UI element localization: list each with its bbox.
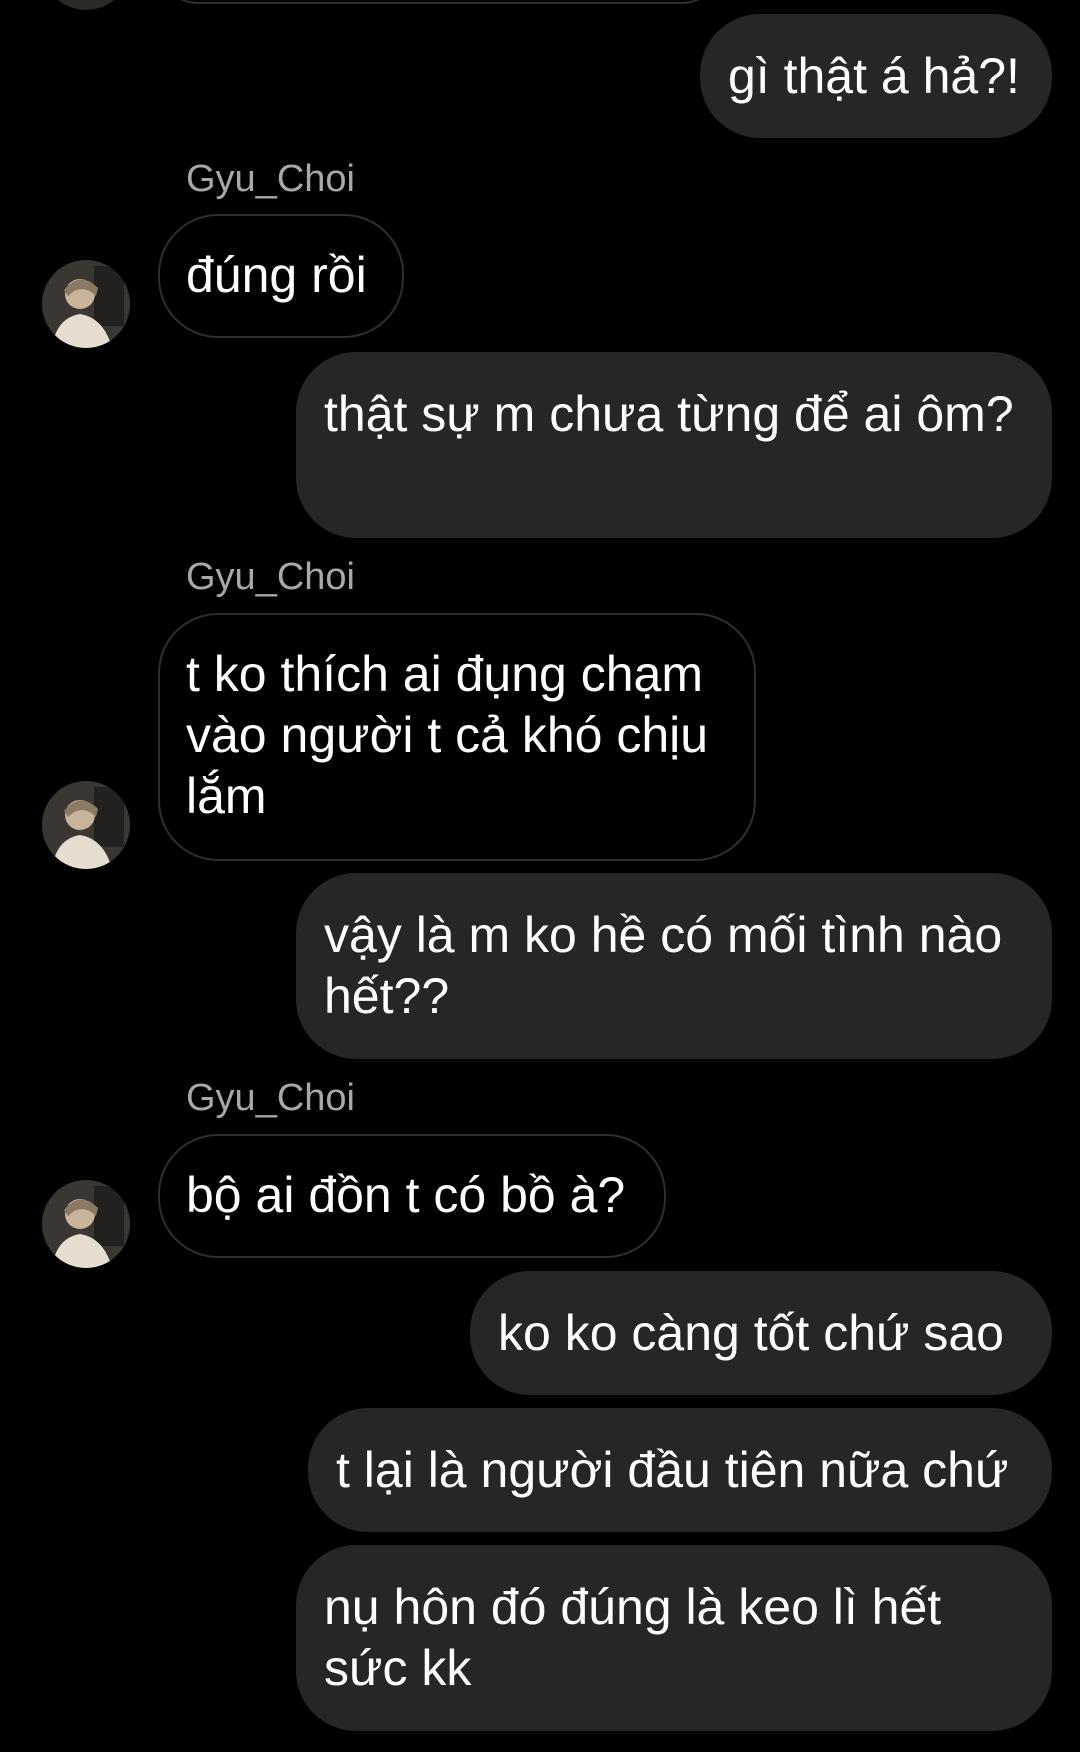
message-bubble-partial [158, 0, 722, 4]
sent-message[interactable]: t lại là người đầu tiên nữa chứ [308, 1408, 1052, 1532]
sent-message[interactable]: thật sự m chưa từng để ai ôm? [296, 352, 1052, 538]
profile-photo-avatar [42, 781, 130, 869]
avatar[interactable] [42, 1180, 130, 1268]
avatar[interactable] [42, 781, 130, 869]
sender-name: Gyu_Choi [186, 556, 355, 598]
sender-name: Gyu_Choi [186, 1077, 355, 1119]
received-message[interactable]: t ko thích ai đụng chạm vào người t cả k… [158, 613, 756, 861]
avatar[interactable] [42, 0, 130, 10]
sent-message[interactable]: gì thật á hả?! [700, 14, 1052, 138]
sent-message[interactable]: ko ko càng tốt chứ sao [470, 1271, 1052, 1395]
received-message[interactable]: đúng rồi [158, 214, 404, 338]
sent-message[interactable]: nụ hôn đó đúng là keo lì hết sức kk [296, 1545, 1052, 1731]
chat-thread[interactable]: gì thật á hả?! Gyu_Choi đúng rồi thật sự… [0, 0, 1080, 1752]
profile-photo-avatar [42, 1180, 130, 1268]
profile-photo-avatar [42, 260, 130, 348]
sent-message[interactable]: vậy là m ko hề có mối tình nào hết?? [296, 873, 1052, 1059]
received-message[interactable]: bộ ai đồn t có bồ à? [158, 1134, 666, 1258]
sender-name: Gyu_Choi [186, 158, 355, 200]
avatar[interactable] [42, 260, 130, 348]
